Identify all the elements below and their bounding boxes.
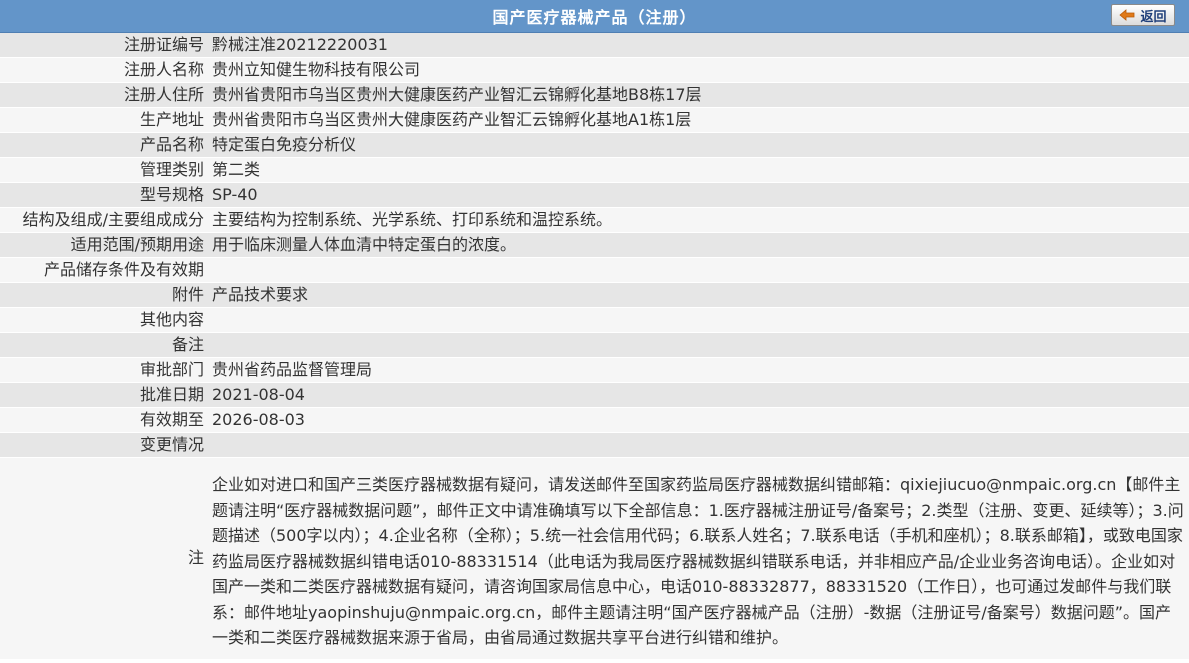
table-row: 批准日期 2021-08-04: [0, 382, 1189, 408]
table-row: 产品储存条件及有效期: [0, 257, 1189, 283]
table-row: 生产地址 贵州省贵阳市乌当区贵州大健康医药产业智汇云锦孵化基地A1栋1层: [0, 107, 1189, 133]
back-button[interactable]: 返回: [1111, 4, 1175, 26]
table-row: 注册人住所 贵州省贵阳市乌当区贵州大健康医药产业智汇云锦孵化基地B8栋17层: [0, 82, 1189, 108]
row-value: [208, 332, 1189, 358]
table-row: 变更情况: [0, 432, 1189, 458]
row-label: 注册人名称: [0, 57, 208, 83]
note-text: 企业如对进口和国产三类医疗器械数据有疑问，请发送邮件至国家药监局医疗器械数据纠错…: [208, 457, 1189, 660]
table-row: 备注: [0, 332, 1189, 358]
row-label: 注册人住所: [0, 82, 208, 108]
table-row: 注册人名称 贵州立知健生物科技有限公司: [0, 57, 1189, 83]
table-row: 审批部门 贵州省药品监督管理局: [0, 357, 1189, 383]
row-label: 其他内容: [0, 307, 208, 333]
row-label: 注册证编号: [0, 33, 208, 58]
registration-info-table: 注册证编号 黔械注准20212220031 注册人名称 贵州立知健生物科技有限公…: [0, 33, 1189, 660]
row-label: 有效期至: [0, 407, 208, 433]
row-value: 第二类: [208, 157, 1189, 183]
note-row: 注 企业如对进口和国产三类医疗器械数据有疑问，请发送邮件至国家药监局医疗器械数据…: [0, 457, 1189, 660]
table-row: 管理类别 第二类: [0, 157, 1189, 183]
row-label: 审批部门: [0, 357, 208, 383]
table-row: 注册证编号 黔械注准20212220031: [0, 33, 1189, 58]
table-row: 适用范围/预期用途 用于临床测量人体血清中特定蛋白的浓度。: [0, 232, 1189, 258]
row-label: 批准日期: [0, 382, 208, 408]
row-value: 黔械注准20212220031: [208, 33, 1189, 58]
table-row: 其他内容: [0, 307, 1189, 333]
row-label: 产品储存条件及有效期: [0, 257, 208, 283]
row-value: 贵州省药品监督管理局: [208, 357, 1189, 383]
row-value: [208, 432, 1189, 458]
row-label: 结构及组成/主要组成成分: [0, 207, 208, 233]
row-value: [208, 257, 1189, 283]
row-label: 适用范围/预期用途: [0, 232, 208, 258]
header-bar: 国产医疗器械产品（注册） 返回: [0, 0, 1189, 33]
row-value: 贵州立知健生物科技有限公司: [208, 57, 1189, 83]
page: 国产医疗器械产品（注册） 返回 注册证编号 黔械注准20212220031 注册…: [0, 0, 1189, 663]
note-label: 注: [0, 457, 208, 660]
row-value: 贵州省贵阳市乌当区贵州大健康医药产业智汇云锦孵化基地B8栋17层: [208, 82, 1189, 108]
row-label: 管理类别: [0, 157, 208, 183]
row-value: [208, 307, 1189, 333]
row-value: 贵州省贵阳市乌当区贵州大健康医药产业智汇云锦孵化基地A1栋1层: [208, 107, 1189, 133]
row-label: 附件: [0, 282, 208, 308]
row-value: 2021-08-04: [208, 382, 1189, 408]
row-value: 主要结构为控制系统、光学系统、打印系统和温控系统。: [208, 207, 1189, 233]
row-value: 用于临床测量人体血清中特定蛋白的浓度。: [208, 232, 1189, 258]
table-row: 附件 产品技术要求: [0, 282, 1189, 308]
row-label: 型号规格: [0, 182, 208, 208]
row-value: 特定蛋白免疫分析仪: [208, 132, 1189, 158]
table-row: 产品名称 特定蛋白免疫分析仪: [0, 132, 1189, 158]
row-value: SP-40: [208, 182, 1189, 208]
table-row: 型号规格 SP-40: [0, 182, 1189, 208]
row-label: 备注: [0, 332, 208, 358]
table-row: 结构及组成/主要组成成分 主要结构为控制系统、光学系统、打印系统和温控系统。: [0, 207, 1189, 233]
row-value: 2026-08-03: [208, 407, 1189, 433]
row-label: 变更情况: [0, 432, 208, 458]
table-row: 有效期至 2026-08-03: [0, 407, 1189, 433]
row-label: 生产地址: [0, 107, 208, 133]
row-label: 产品名称: [0, 132, 208, 158]
back-arrow-icon: [1119, 9, 1135, 21]
back-button-label: 返回: [1140, 9, 1167, 25]
page-title: 国产医疗器械产品（注册）: [492, 8, 697, 27]
row-value: 产品技术要求: [208, 282, 1189, 308]
